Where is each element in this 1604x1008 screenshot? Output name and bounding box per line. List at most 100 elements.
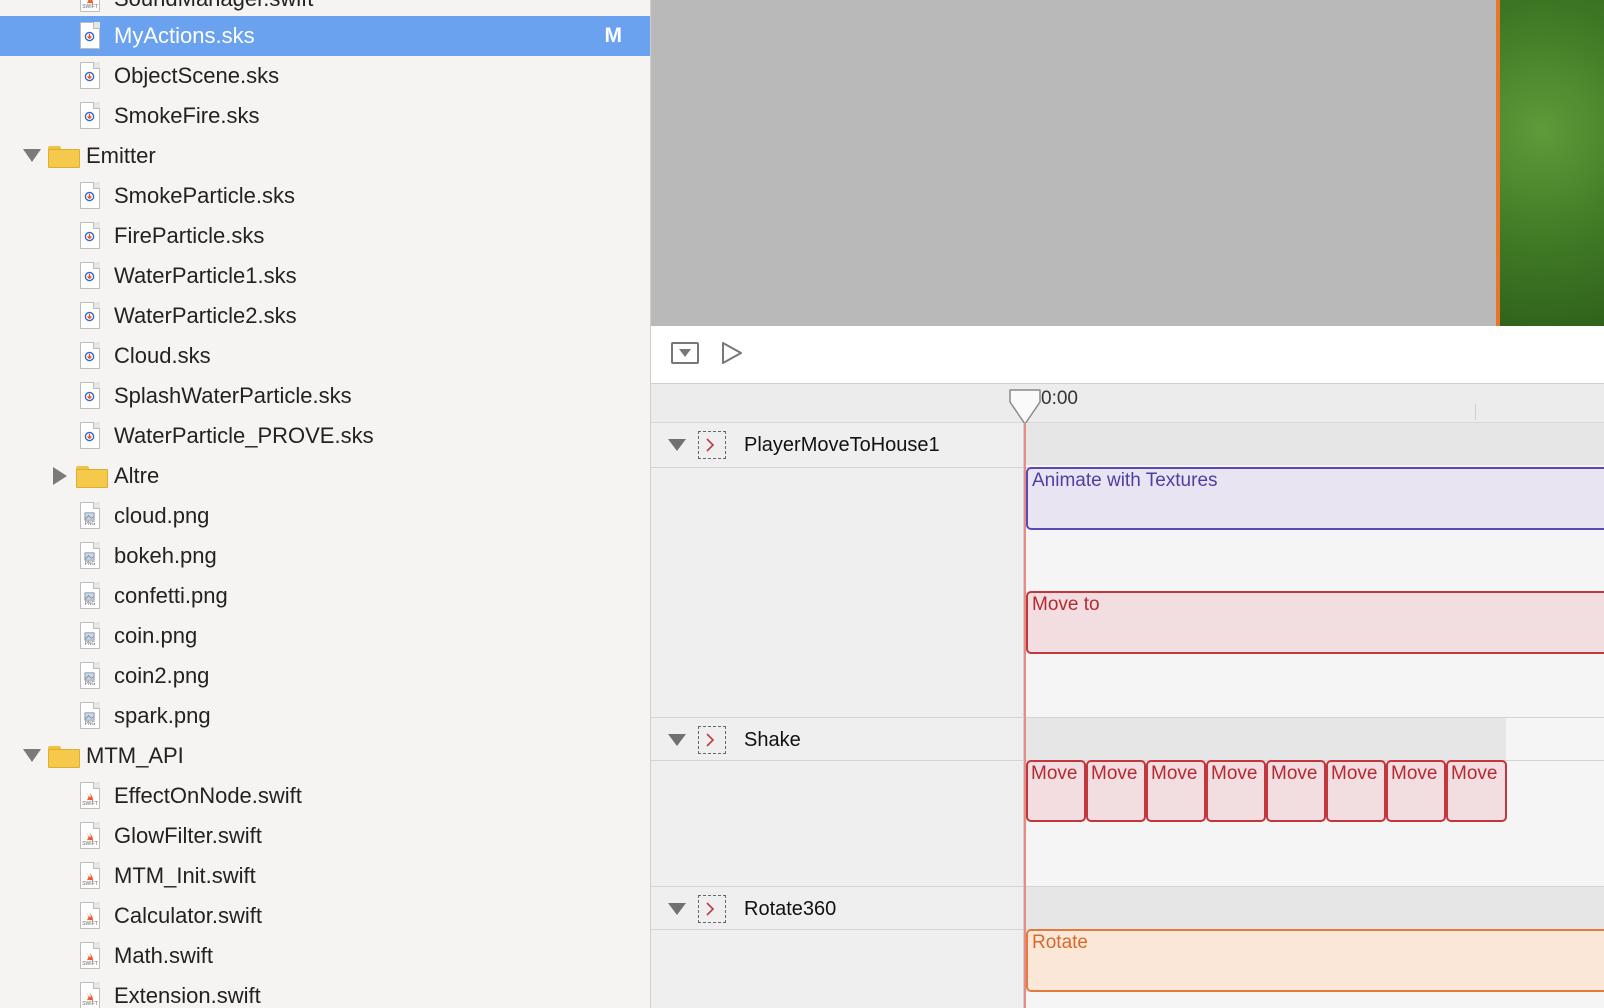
sks-file-icon <box>80 102 100 129</box>
action-label: Move <box>1151 763 1198 784</box>
swift-file-icon: SWIFT <box>80 782 100 809</box>
action-move-to[interactable]: Move to <box>1026 591 1604 654</box>
file-row-waterparticle1[interactable]: WaterParticle1.sks <box>0 256 650 296</box>
file-row-glowfilter[interactable]: SWIFT GlowFilter.swift <box>0 816 650 856</box>
file-row-fireparticle[interactable]: FireParticle.sks <box>0 216 650 256</box>
file-row-coin2-png[interactable]: PNG coin2.png <box>0 656 650 696</box>
track-name: PlayerMoveToHouse1 <box>744 434 940 456</box>
sks-file-icon <box>80 422 100 449</box>
sks-file-icon <box>80 262 100 289</box>
file-label: Math.swift <box>114 943 214 968</box>
swift-file-icon: SWIFT <box>80 942 100 969</box>
file-row-waterparticle2[interactable]: WaterParticle2.sks <box>0 296 650 336</box>
png-file-icon: PNG <box>80 702 100 729</box>
file-row-smokeparticle[interactable]: SmokeParticle.sks <box>0 176 650 216</box>
file-label: FireParticle.sks <box>114 223 265 248</box>
file-row-extension[interactable]: SWIFT Extension.swift <box>0 976 650 1008</box>
action-label: Move <box>1031 763 1078 784</box>
file-row-waterparticle-prove[interactable]: WaterParticle_PROVE.sks <box>0 416 650 456</box>
disclosure-triangle-collapsed-icon[interactable] <box>53 467 67 485</box>
action-label: Move <box>1271 763 1318 784</box>
png-file-icon: PNG <box>80 622 100 649</box>
file-row-cloud-sks[interactable]: Cloud.sks <box>0 336 650 376</box>
action-editor-toolbar <box>651 326 1604 384</box>
sks-file-icon <box>80 22 100 49</box>
png-file-icon: PNG <box>80 542 100 569</box>
file-row-math[interactable]: SWIFT Math.swift <box>0 936 650 976</box>
folder-row-altre[interactable]: Altre <box>0 456 650 496</box>
action-move[interactable]: Move <box>1446 760 1507 822</box>
file-label: WaterParticle_PROVE.sks <box>114 423 374 448</box>
file-row-objectscene[interactable]: ObjectScene.sks <box>0 56 650 96</box>
action-move[interactable]: Move <box>1026 760 1086 822</box>
swift-file-icon: SWIFT <box>80 982 100 1008</box>
file-row-smokefire[interactable]: SmokeFire.sks <box>0 96 650 136</box>
file-label: Cloud.sks <box>114 343 211 368</box>
track-name: Rotate360 <box>744 898 837 920</box>
play-icon[interactable] <box>719 340 745 366</box>
action-label: Move <box>1211 763 1258 784</box>
node-reference-icon <box>698 726 726 754</box>
scene-editor[interactable]: 0:00 PlayerMoveToHouse1 Shake Rotate360 … <box>651 0 1604 1008</box>
action-label: Move to <box>1032 594 1100 615</box>
file-label: GlowFilter.swift <box>114 823 262 848</box>
file-row-confetti-png[interactable]: PNG confetti.png <box>0 576 650 616</box>
timeline-ruler[interactable]: 0:00 <box>651 384 1604 426</box>
folder-icon <box>48 746 80 768</box>
sks-file-icon <box>80 302 100 329</box>
file-row-splashwaterparticle[interactable]: SplashWaterParticle.sks <box>0 376 650 416</box>
action-label: Move <box>1331 763 1378 784</box>
track-header-shake[interactable]: Shake <box>651 718 1023 760</box>
file-row-myactions[interactable]: MyActions.sks M <box>0 16 650 56</box>
ruler-tick <box>1475 404 1476 420</box>
action-rotate[interactable]: Rotate <box>1026 929 1604 992</box>
action-label: Move <box>1451 763 1498 784</box>
action-move[interactable]: Move <box>1086 760 1146 822</box>
swift-file-icon: SWIFT <box>80 822 100 849</box>
action-move[interactable]: Move <box>1266 760 1326 822</box>
file-row-calculator[interactable]: SWIFT Calculator.swift <box>0 896 650 936</box>
track-header-rotate360[interactable]: Rotate360 <box>651 887 1023 929</box>
action-move[interactable]: Move <box>1206 760 1266 822</box>
file-row-mtm-init[interactable]: SWIFT MTM_Init.swift <box>0 856 650 896</box>
playhead-line <box>1024 423 1026 1008</box>
action-animate-with-textures[interactable]: Animate with Textures <box>1026 467 1604 530</box>
png-file-icon: PNG <box>80 662 100 689</box>
folder-row-emitter[interactable]: Emitter <box>0 136 650 176</box>
file-row-effectonnode[interactable]: SWIFT EffectOnNode.swift <box>0 776 650 816</box>
file-label: bokeh.png <box>114 543 217 568</box>
disclosure-triangle-expanded-icon[interactable] <box>23 749 41 762</box>
action-move[interactable]: Move <box>1146 760 1206 822</box>
action-timeline: PlayerMoveToHouse1 Shake Rotate360 Anima… <box>651 423 1604 1008</box>
modified-badge: M <box>604 24 623 47</box>
ruler-time-label: 0:00 <box>1041 388 1078 409</box>
grass-sprite[interactable] <box>1496 0 1604 326</box>
filter-icon[interactable] <box>671 342 699 364</box>
collapse-triangle-icon[interactable] <box>668 439 686 451</box>
collapse-triangle-icon[interactable] <box>668 734 686 746</box>
folder-label: Emitter <box>86 143 156 168</box>
collapse-triangle-icon[interactable] <box>668 903 686 915</box>
folder-row-mtm-api[interactable]: MTM_API <box>0 736 650 776</box>
track-header-playermovetohouse1[interactable]: PlayerMoveToHouse1 <box>651 423 1023 465</box>
action-label: Rotate <box>1032 932 1088 953</box>
project-navigator[interactable]: SWIFT SoundManager.swift MyActions.sks M… <box>0 0 651 1008</box>
action-label: Animate with Textures <box>1032 470 1218 491</box>
file-label: SmokeParticle.sks <box>114 183 295 208</box>
swift-file-icon: SWIFT <box>80 902 100 929</box>
playhead-handle[interactable] <box>1008 388 1042 426</box>
disclosure-triangle-expanded-icon[interactable] <box>23 149 41 162</box>
track-lane-area[interactable]: Animate with Textures Move to Move Move … <box>1024 423 1604 1008</box>
scene-canvas[interactable] <box>651 0 1604 326</box>
action-move[interactable]: Move <box>1326 760 1386 822</box>
file-label: cloud.png <box>114 503 210 528</box>
action-move[interactable]: Move <box>1386 760 1446 822</box>
file-label: WaterParticle2.sks <box>114 303 297 328</box>
file-label: coin.png <box>114 623 198 648</box>
file-row-coin-png[interactable]: PNG coin.png <box>0 616 650 656</box>
node-reference-icon <box>698 895 726 923</box>
file-row-cloud-png[interactable]: PNG cloud.png <box>0 496 650 536</box>
file-label: WaterParticle1.sks <box>114 263 297 288</box>
file-row-spark-png[interactable]: PNG spark.png <box>0 696 650 736</box>
file-row-bokeh-png[interactable]: PNG bokeh.png <box>0 536 650 576</box>
